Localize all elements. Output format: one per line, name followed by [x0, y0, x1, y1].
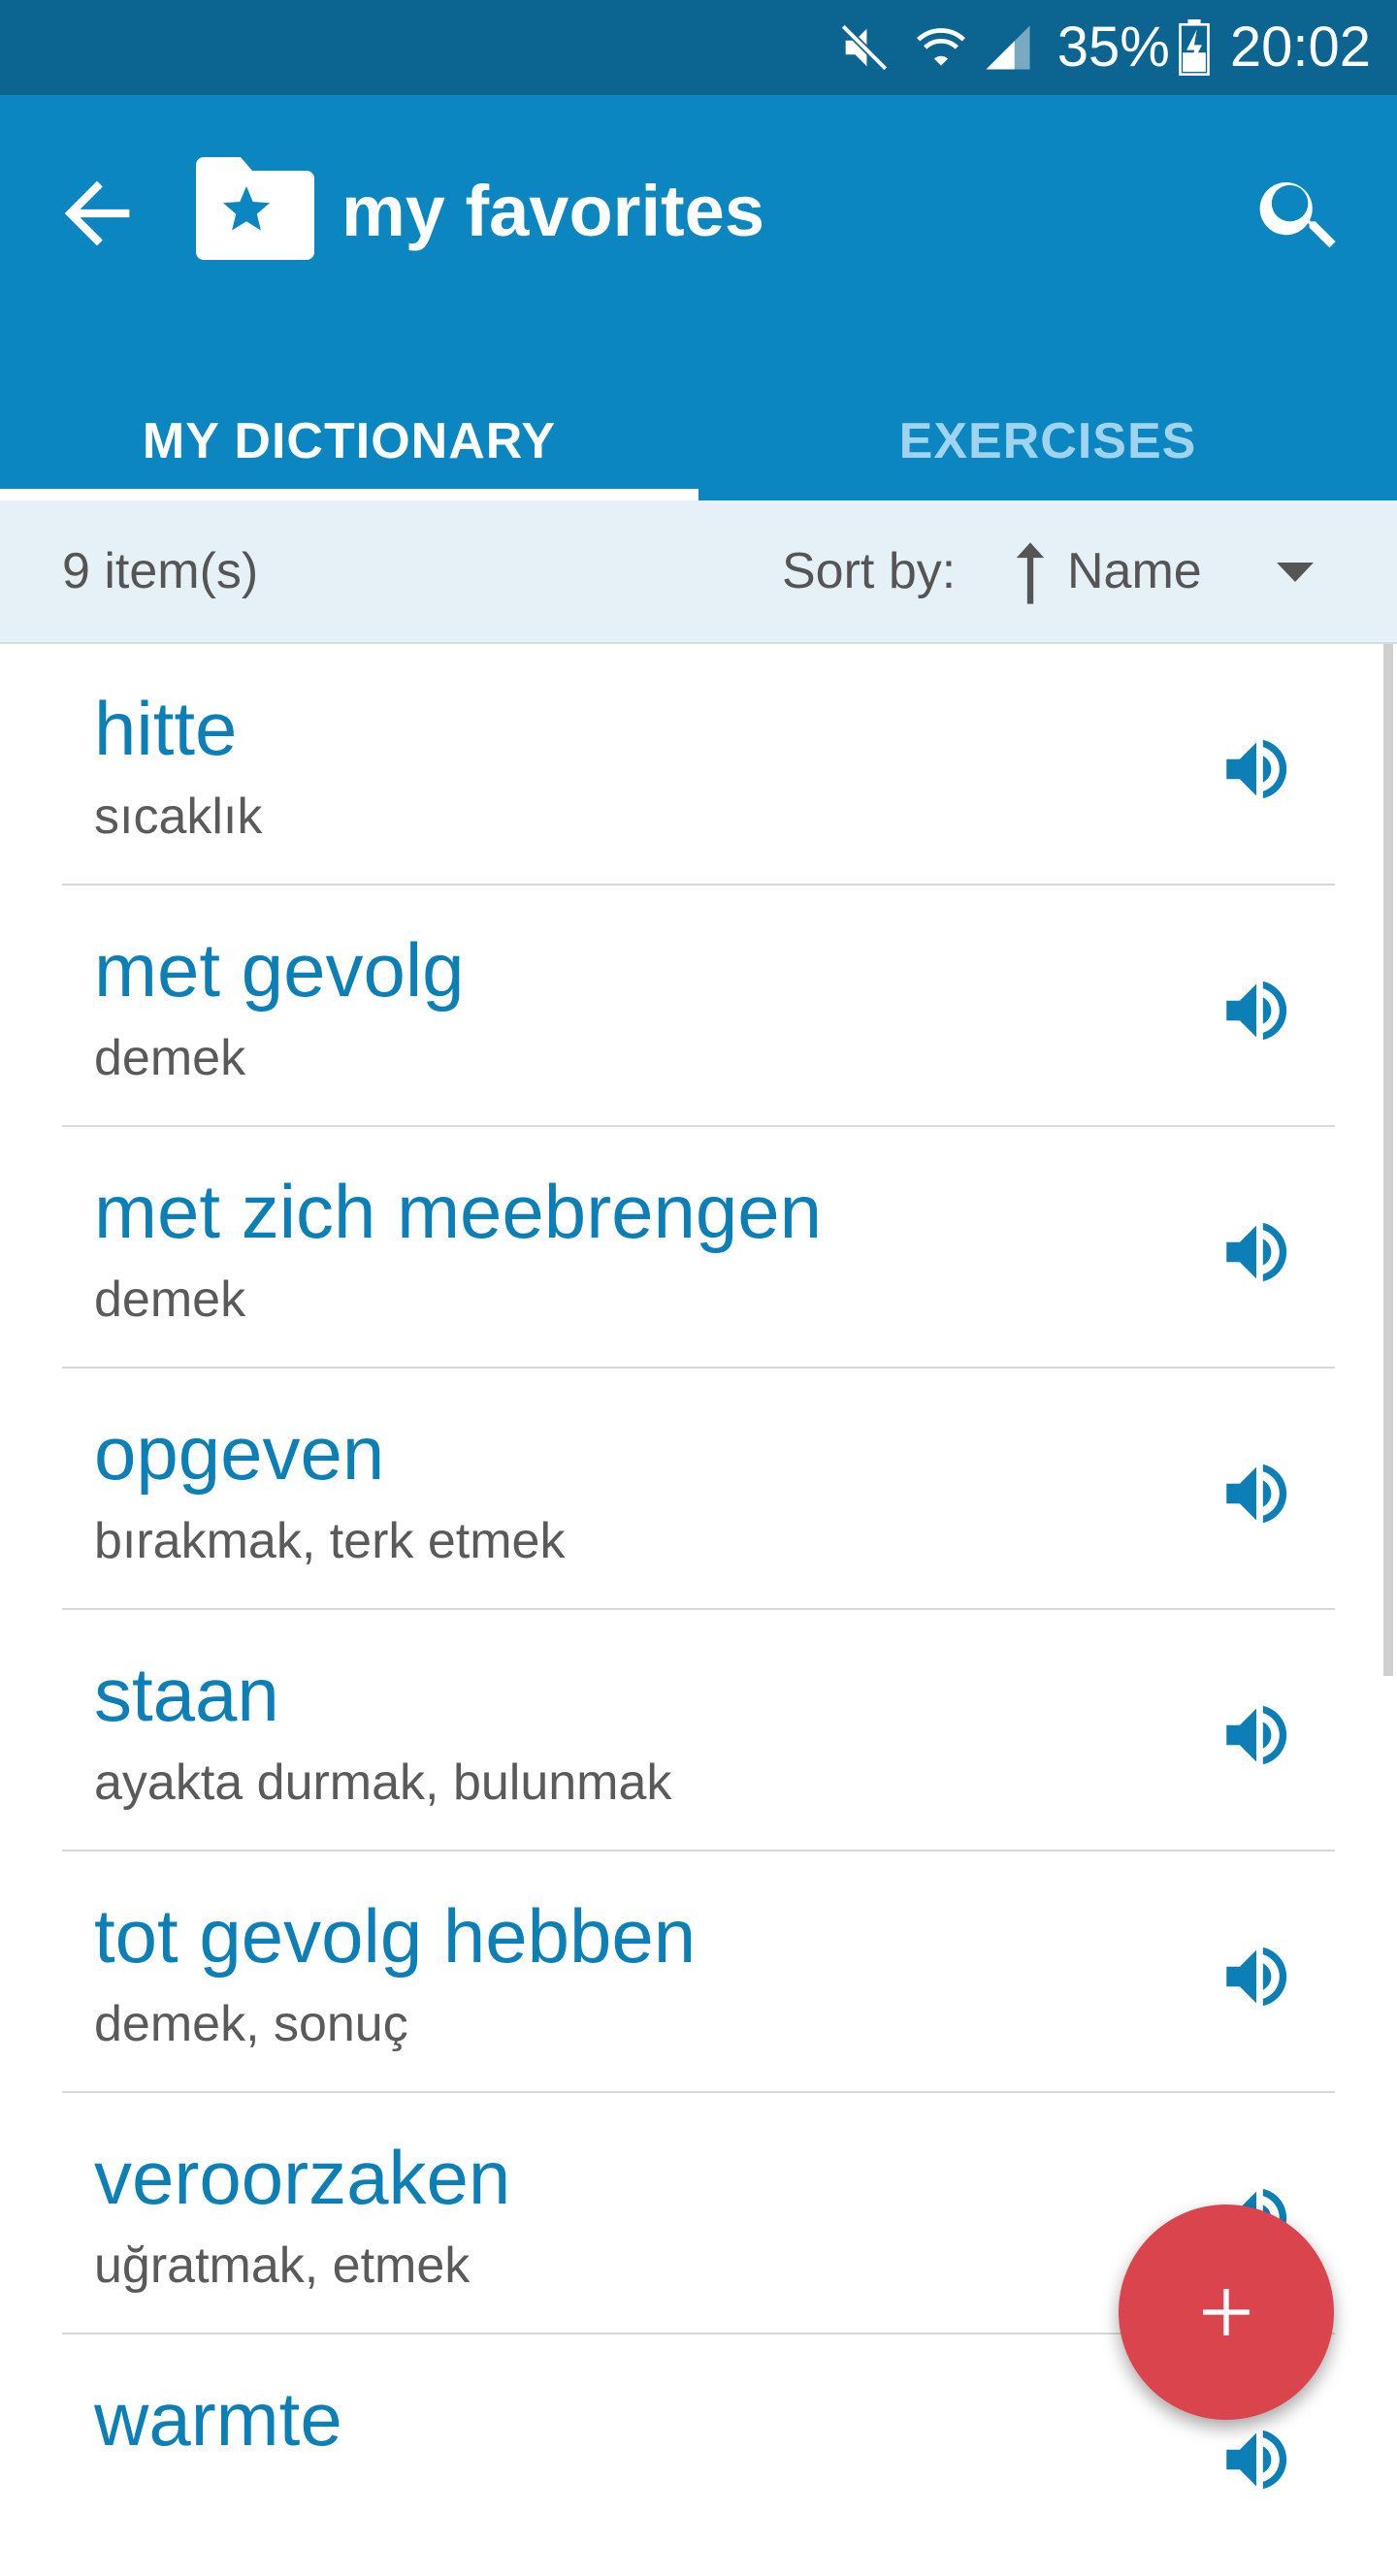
list-item[interactable]: opgeven bırakmak, terk etmek [0, 1368, 1397, 1610]
list-item[interactable]: met gevolg demek [0, 886, 1397, 1127]
speaker-icon[interactable] [1217, 1937, 1296, 2016]
item-translation: demek [94, 1030, 246, 1086]
caret-down-icon[interactable] [1275, 555, 1316, 588]
item-translation: ayakta durmak, bulunmak [94, 1755, 672, 1811]
item-term: tot gevolg hebben [94, 1893, 697, 1979]
sort-value[interactable]: Name [1067, 500, 1202, 642]
item-term: hitte [94, 686, 238, 771]
scrollbar[interactable] [1383, 644, 1393, 1676]
app-bar: my favorites MY DICTIONARY EXERCISES [0, 95, 1397, 500]
wifi-icon [914, 20, 968, 75]
signal-icon [982, 21, 1034, 74]
list-item[interactable]: hitte sıcaklık [0, 644, 1397, 886]
speaker-icon[interactable] [1217, 1454, 1296, 1533]
clock: 20:02 [1229, 16, 1371, 79]
speaker-icon[interactable] [1217, 1695, 1296, 1775]
speaker-icon[interactable] [1217, 2420, 1296, 2499]
status-icons: 35% 20:02 [836, 0, 1371, 95]
item-count: 9 item(s) [62, 543, 259, 599]
tab-my-dictionary[interactable]: MY DICTIONARY [0, 382, 698, 500]
battery-charging-icon [1178, 19, 1211, 76]
item-term: met gevolg [94, 927, 465, 1013]
add-button[interactable] [1119, 2205, 1334, 2420]
item-translation: demek [94, 1272, 246, 1328]
speaker-icon[interactable] [1217, 971, 1296, 1050]
folder-star-icon [196, 157, 314, 260]
sort-bar: 9 item(s) Sort by: Name [0, 500, 1397, 644]
sort-label: Sort by: [782, 543, 957, 599]
item-term: veroorzaken [94, 2135, 511, 2220]
back-button[interactable] [49, 165, 146, 262]
mute-icon [836, 19, 893, 76]
speaker-icon[interactable] [1217, 1212, 1296, 1292]
item-term: warmte [94, 2376, 342, 2462]
search-icon [1259, 182, 1336, 248]
speaker-icon[interactable] [1217, 729, 1296, 809]
item-term: staan [94, 1652, 279, 1737]
list-item[interactable]: staan ayakta durmak, bulunmak [0, 1610, 1397, 1852]
arrow-left-icon [64, 180, 130, 246]
item-translation: bırakmak, terk etmek [94, 1513, 566, 1569]
list-item[interactable]: met zich meebrengen demek [0, 1127, 1397, 1368]
item-translation: demek, sonuç [94, 1996, 408, 2052]
item-translation: uğratmak, etmek [94, 2238, 471, 2294]
arrow-up-icon[interactable] [1012, 539, 1049, 607]
search-button[interactable] [1251, 165, 1348, 262]
tab-exercises[interactable]: EXERCISES [698, 382, 1397, 500]
battery-percent: 35% [1056, 16, 1170, 79]
tab-indicator [0, 489, 698, 500]
item-translation: sıcaklık [94, 789, 263, 845]
page-title: my favorites [341, 171, 764, 251]
plus-icon [1203, 2289, 1250, 2335]
item-term: met zich meebrengen [94, 1169, 823, 1254]
status-bar: 35% 20:02 [0, 0, 1397, 95]
item-term: opgeven [94, 1410, 385, 1496]
list-item[interactable]: tot gevolg hebben demek, sonuç [0, 1852, 1397, 2093]
